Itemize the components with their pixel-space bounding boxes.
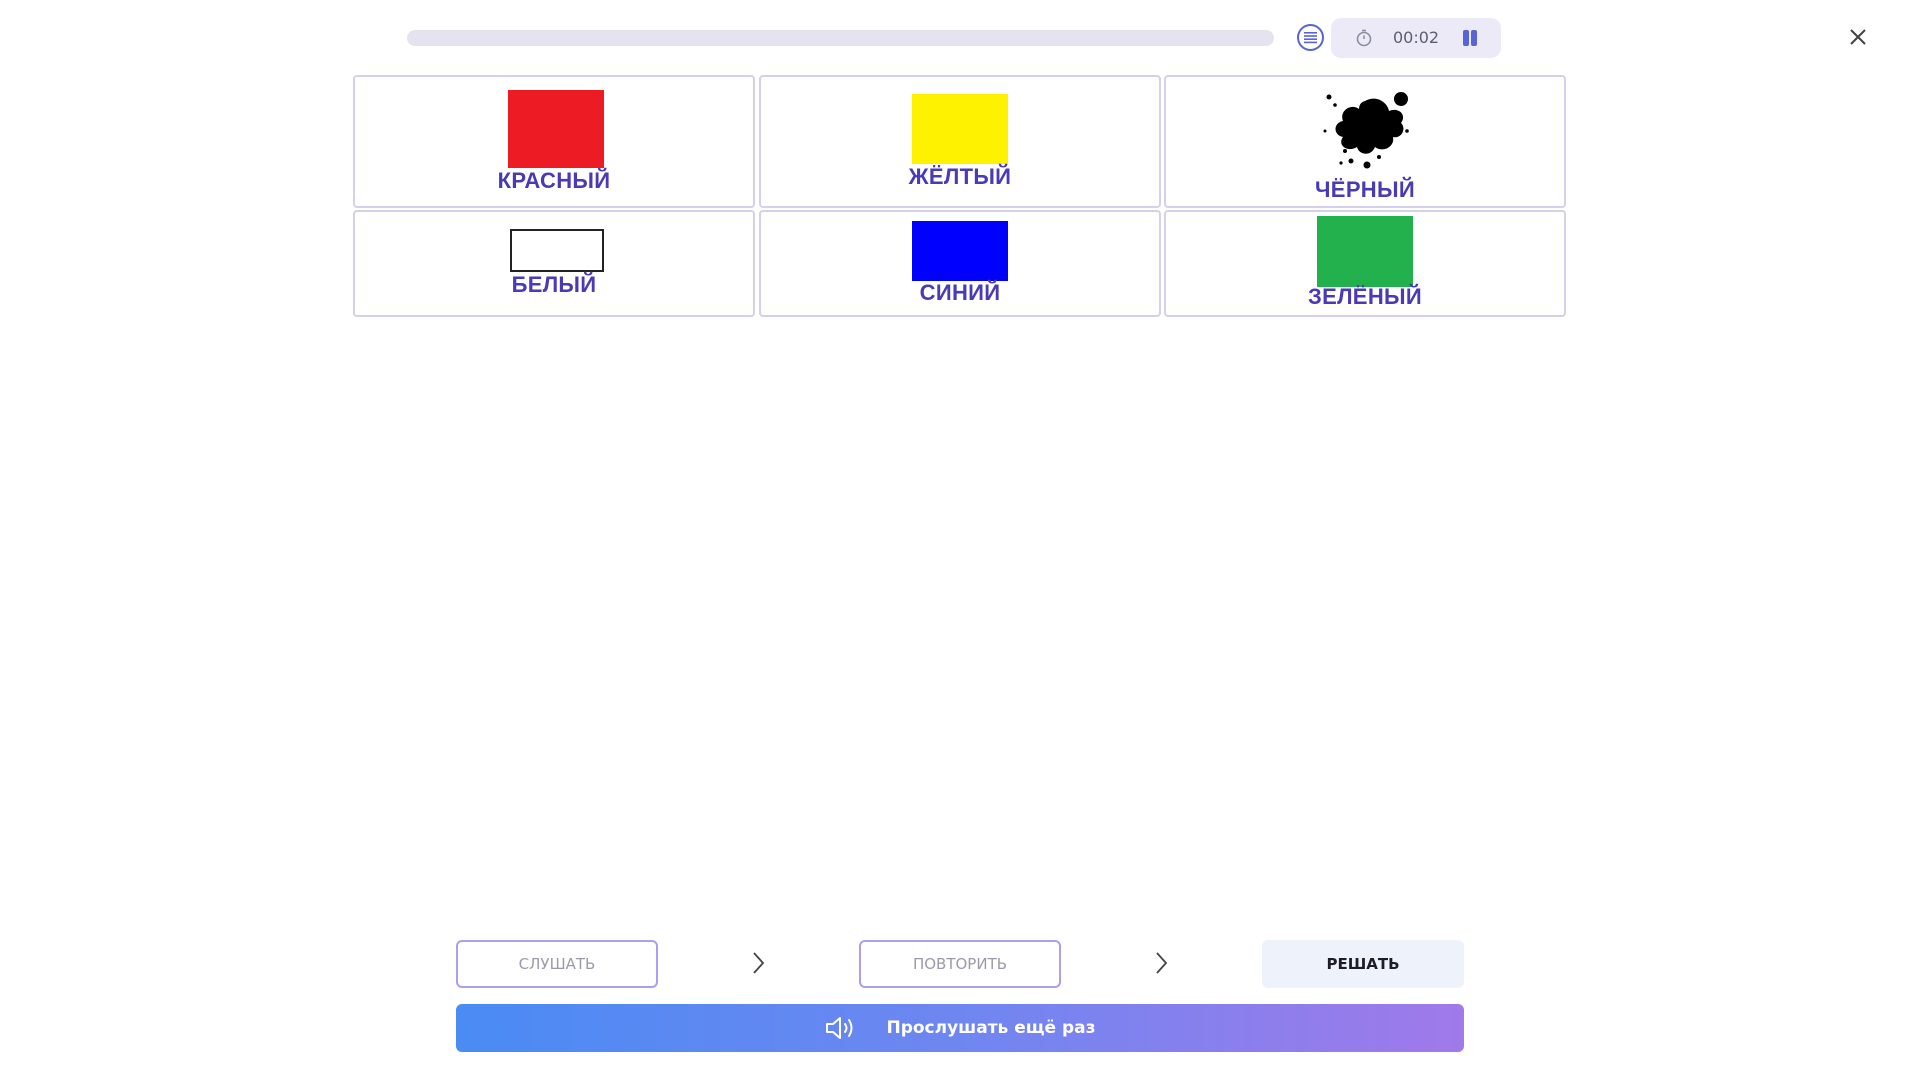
- card-label: БЕЛЫЙ: [511, 272, 597, 297]
- color-card-white[interactable]: БЕЛЫЙ: [353, 210, 755, 317]
- card-label: ЗЕЛЁНЫЙ: [1308, 284, 1422, 309]
- color-card-green[interactable]: ЗЕЛЁНЫЙ: [1164, 210, 1566, 317]
- color-card-red[interactable]: КРАСНЫЙ: [353, 75, 755, 208]
- ink-blot-icon: [1323, 92, 1409, 169]
- timer-value: 00:02: [1393, 28, 1440, 47]
- blue-swatch: [912, 221, 1008, 281]
- stopwatch-icon: [1356, 29, 1372, 47]
- close-icon[interactable]: [1845, 24, 1871, 50]
- timer: 00:02: [1331, 18, 1501, 58]
- pause-icon[interactable]: [1461, 29, 1479, 47]
- task-list-button[interactable]: [1297, 24, 1324, 51]
- progress-bar: [407, 30, 1274, 46]
- yellow-swatch: [912, 94, 1008, 164]
- card-label: ЖЁЛТЫЙ: [908, 164, 1012, 189]
- step-solve-button[interactable]: РЕШАТЬ: [1262, 940, 1464, 988]
- step-repeat-button[interactable]: ПОВТОРИТЬ: [859, 940, 1061, 988]
- color-card-black[interactable]: ЧЁРНЫЙ: [1164, 75, 1566, 208]
- white-swatch: [510, 229, 604, 272]
- chevron-right-icon: [1156, 952, 1168, 974]
- speaker-icon: [826, 1017, 853, 1039]
- color-card-blue[interactable]: СИНИЙ: [759, 210, 1161, 317]
- color-card-yellow[interactable]: ЖЁЛТЫЙ: [759, 75, 1161, 208]
- chevron-right-icon: [753, 952, 765, 974]
- listen-again-button[interactable]: Прослушать ещё раз: [456, 1004, 1464, 1052]
- card-label: СИНИЙ: [919, 280, 1001, 305]
- card-label: ЧЁРНЫЙ: [1315, 177, 1415, 202]
- card-label: КРАСНЫЙ: [497, 168, 611, 193]
- list-icon: [1304, 32, 1317, 44]
- listen-again-label: Прослушать ещё раз: [886, 1018, 1096, 1038]
- red-swatch: [508, 90, 604, 168]
- step-listen-button[interactable]: СЛУШАТЬ: [456, 940, 658, 988]
- green-swatch: [1317, 216, 1413, 287]
